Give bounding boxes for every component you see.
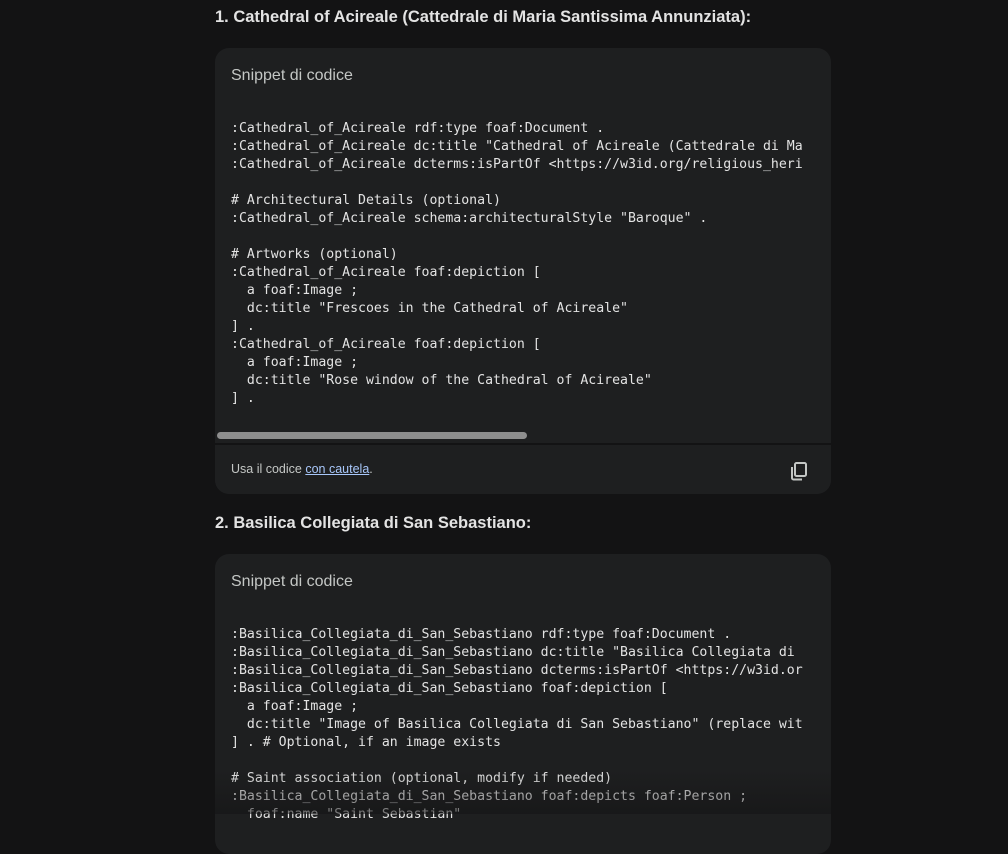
code-line: :Cathedral_of_Acireale foaf:depiction [ xyxy=(231,265,541,280)
code-line: :Basilica_Collegiata_di_San_Sebastiano f… xyxy=(231,789,748,804)
code-snippet-title: Snippet di codice xyxy=(231,573,353,590)
code-line: :Basilica_Collegiata_di_San_Sebastiano d… xyxy=(231,645,795,660)
code-line: :Cathedral_of_Acireale dcterms:isPartOf … xyxy=(231,157,803,172)
code-line: ] . # Optional, if an image exists xyxy=(231,735,501,750)
code-line: dc:title "Image of Basilica Collegiata d… xyxy=(231,717,803,732)
code-line: :Cathedral_of_Acireale rdf:type foaf:Doc… xyxy=(231,121,605,136)
code-line: a foaf:Image ; xyxy=(231,283,359,298)
caution-note: Usa il codice con cautela. xyxy=(231,462,373,476)
code-line: :Basilica_Collegiata_di_San_Sebastiano r… xyxy=(231,627,732,642)
code-line: dc:title "Frescoes in the Cathedral of A… xyxy=(231,301,628,316)
code-line: :Cathedral_of_Acireale schema:architectu… xyxy=(231,211,708,226)
code-content[interactable]: :Cathedral_of_Acireale rdf:type foaf:Doc… xyxy=(231,120,831,408)
horizontal-scrollbar[interactable] xyxy=(215,430,831,442)
section-heading-2: 2. Basilica Collegiata di San Sebastiano… xyxy=(215,514,532,532)
code-line: :Basilica_Collegiata_di_San_Sebastiano d… xyxy=(231,663,803,678)
code-line: dc:title "Rose window of the Cathedral o… xyxy=(231,373,652,388)
code-line: ] . xyxy=(231,391,255,406)
code-line: # Architectural Details (optional) xyxy=(231,193,501,208)
scrollbar-thumb[interactable] xyxy=(217,432,527,439)
caution-prefix: Usa il codice xyxy=(231,462,306,476)
code-line: # Saint association (optional, modify if… xyxy=(231,771,613,786)
code-line: foaf:name "Saint Sebastian" xyxy=(231,807,462,822)
code-line: :Cathedral_of_Acireale dc:title "Cathedr… xyxy=(231,139,803,154)
copy-code-button[interactable] xyxy=(787,459,811,483)
code-snippet-footer: Usa il codice con cautela. xyxy=(215,443,831,494)
caution-suffix: . xyxy=(369,462,373,476)
code-snippet-1: Snippet di codice :Cathedral_of_Acireale… xyxy=(215,48,831,494)
code-line: :Cathedral_of_Acireale foaf:depiction [ xyxy=(231,337,541,352)
code-line: ] . xyxy=(231,319,255,334)
code-content[interactable]: :Basilica_Collegiata_di_San_Sebastiano r… xyxy=(231,626,831,824)
copy-icon xyxy=(791,462,807,481)
code-line: a foaf:Image ; xyxy=(231,355,359,370)
code-line: # Artworks (optional) xyxy=(231,247,398,262)
caution-link[interactable]: con cautela xyxy=(305,462,369,476)
code-line: a foaf:Image ; xyxy=(231,699,359,714)
code-line: :Basilica_Collegiata_di_San_Sebastiano f… xyxy=(231,681,668,696)
code-snippet-2: Snippet di codice :Basilica_Collegiata_d… xyxy=(215,554,831,854)
section-heading-1: 1. Cathedral of Acireale (Cattedrale di … xyxy=(215,8,752,26)
code-snippet-title: Snippet di codice xyxy=(231,67,353,84)
